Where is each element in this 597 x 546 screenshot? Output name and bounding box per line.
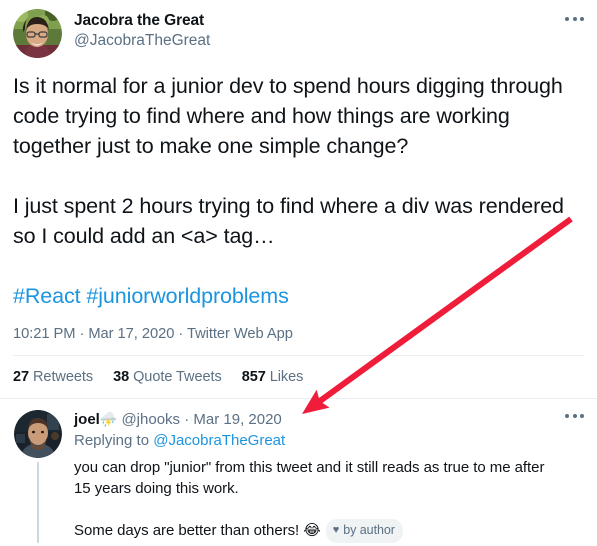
replying-to-line: Replying to @JacobraTheGreat (74, 431, 550, 451)
stat-label: Likes (269, 369, 304, 385)
reply-author-line: joel⛈️ @jhooks · Mar 19, 2020 (74, 410, 550, 430)
reply-paragraph-1: you can drop "junior" from this tweet an… (74, 459, 545, 497)
display-name[interactable]: Jacobra the Great (74, 11, 210, 30)
tweet-detail-page: Jacobra the Great @JacobraTheGreat Is it… (0, 0, 597, 546)
stat-likes[interactable]: 857 Likes (242, 369, 304, 385)
dot (580, 17, 584, 21)
replying-to-prefix: Replying to (74, 432, 154, 449)
liked-by-author-badge: ♥ by author (325, 519, 403, 543)
main-tweet: Jacobra the Great @JacobraTheGreat Is it… (0, 0, 597, 398)
tweet-timestamp: 10:21 PM · Mar 17, 2020 · Twitter Web Ap… (13, 326, 293, 342)
engagement-stats: 27 Retweets 38 Quote Tweets 857 Likes (13, 356, 584, 398)
reply-avatar-column (13, 410, 62, 543)
tweet-text: Is it normal for a junior dev to spend h… (13, 71, 584, 311)
reply-tweet: joel⛈️ @jhooks · Mar 19, 2020 Replying t… (0, 399, 597, 543)
reply-avatar[interactable] (13, 410, 62, 458)
dot (572, 17, 577, 21)
reply-paragraph-2-text: Some days are better than others! (74, 521, 300, 539)
reply-text: you can drop "junior" from this tweet an… (74, 458, 550, 543)
reply-date[interactable]: Mar 19, 2020 (193, 411, 281, 428)
dot (572, 414, 577, 418)
stat-label: Retweets (33, 369, 94, 385)
stat-retweets[interactable]: 27 Retweets (13, 369, 93, 385)
more-options-icon[interactable] (565, 17, 584, 21)
dot (565, 17, 569, 21)
badge-label: by author (343, 523, 395, 537)
replying-to-mention[interactable]: @JacobraTheGreat (153, 432, 285, 449)
stat-count: 38 (113, 369, 130, 385)
stat-count: 27 (13, 369, 30, 385)
thread-connector-line (36, 462, 39, 543)
stat-count: 857 (241, 369, 266, 385)
joy-emoji-icon: 😂 (303, 520, 321, 539)
dot (565, 414, 569, 418)
storm-emoji-icon: ⛈️ (99, 412, 118, 428)
reply-more-options-icon[interactable] (565, 414, 584, 418)
reply-paragraph-2: Some days are better than others! 😂 ♥ by a… (74, 519, 550, 543)
reply-handle[interactable]: @jhooks (121, 411, 180, 428)
tweet-paragraph-2: I just spent 2 hours trying to find wher… (13, 194, 564, 248)
author-name-block: Jacobra the Great @JacobraTheGreat (74, 9, 210, 51)
stat-quote-tweets[interactable]: 38 Quote Tweets (113, 369, 222, 385)
avatar[interactable] (13, 9, 62, 58)
dot (580, 414, 584, 418)
separator-dot: · (184, 411, 190, 428)
stat-label: Quote Tweets (133, 369, 222, 385)
reply-display-name[interactable]: joel (74, 411, 100, 428)
tweet-author-row: Jacobra the Great @JacobraTheGreat (13, 9, 584, 58)
tweet-hashtags[interactable]: #React #juniorworldproblems (13, 281, 584, 311)
user-handle[interactable]: @JacobraTheGreat (74, 31, 210, 50)
tweet-paragraph-1: Is it normal for a junior dev to spend h… (13, 74, 563, 158)
heart-icon: ♥ (332, 523, 340, 536)
reply-content: joel⛈️ @jhooks · Mar 19, 2020 Replying t… (74, 410, 584, 543)
